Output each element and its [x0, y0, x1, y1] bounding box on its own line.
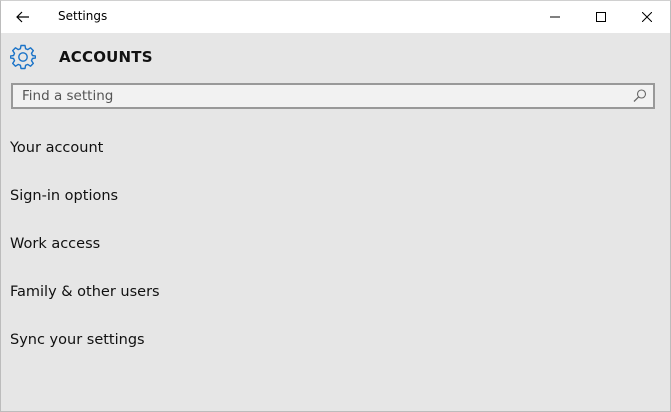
menu-item-label: Your account [10, 140, 104, 156]
menu-item-label: Family & other users [10, 284, 160, 300]
menu-item-sign-in-options[interactable]: Sign-in options [1, 173, 301, 221]
search-icon[interactable] [632, 88, 648, 104]
arrow-left-icon [16, 11, 29, 23]
back-button[interactable] [1, 1, 45, 33]
search-input[interactable] [13, 85, 632, 107]
menu-item-sync-settings[interactable]: Sync your settings [1, 317, 301, 365]
minimize-button[interactable] [532, 1, 578, 33]
menu-item-family-other-users[interactable]: Family & other users [1, 269, 301, 317]
title-bar: Settings [1, 1, 670, 33]
gear-icon [10, 44, 36, 70]
minimize-icon [550, 16, 560, 18]
maximize-icon [596, 12, 606, 22]
page-header: ACCOUNTS [1, 33, 670, 77]
menu-item-label: Sync your settings [10, 332, 145, 348]
maximize-button[interactable] [578, 1, 624, 33]
menu-item-label: Sign-in options [10, 188, 119, 204]
menu-item-your-account[interactable]: Your account [1, 125, 301, 173]
app-title: Settings [58, 9, 108, 23]
close-button[interactable] [624, 1, 670, 33]
settings-window: Settings ACCOUNTS Find a setting Your ac… [0, 0, 671, 412]
search-box[interactable] [11, 83, 655, 109]
page-title: ACCOUNTS [59, 48, 153, 66]
menu-item-label: Work access [10, 236, 101, 252]
close-icon [642, 12, 652, 22]
menu-item-work-access[interactable]: Work access [1, 221, 301, 269]
